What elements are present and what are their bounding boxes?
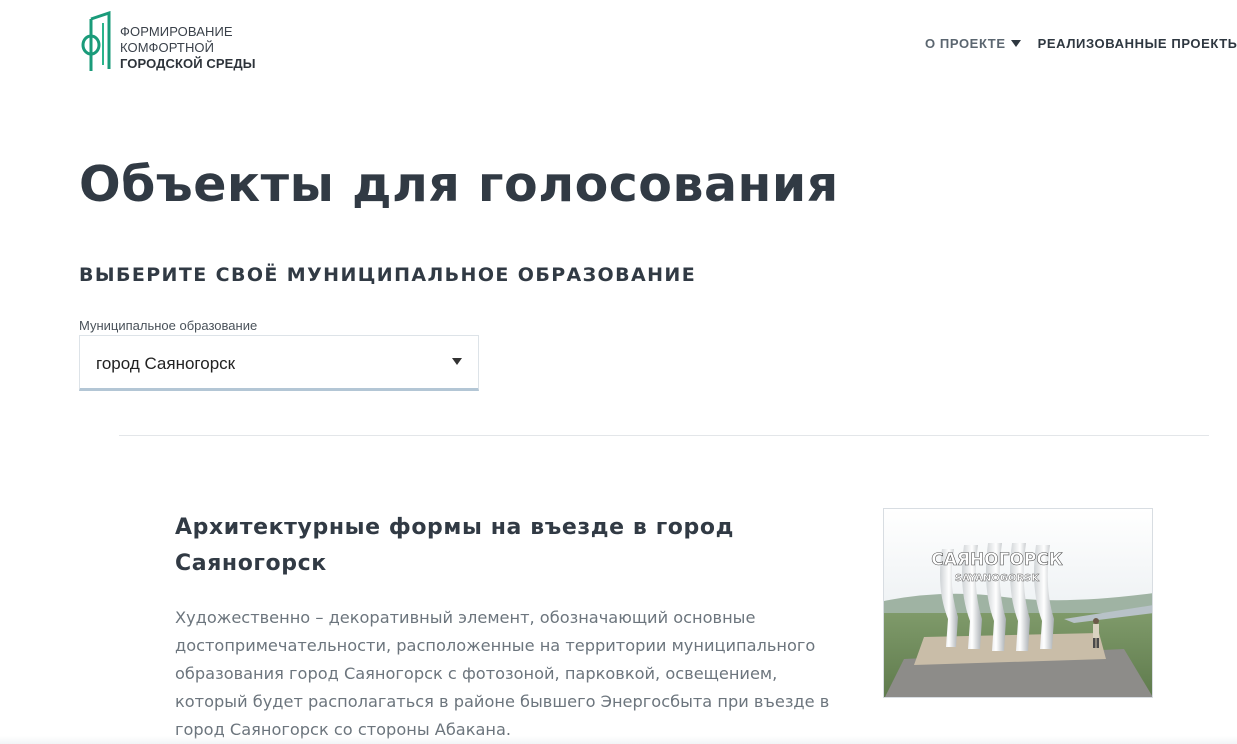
municipality-select-value: город Саяногорск	[96, 354, 236, 373]
section-divider	[119, 435, 1209, 436]
object-title[interactable]: Архитектурные формы на въезде в город Са…	[175, 510, 815, 582]
logo-text: ФОРМИРОВАНИЕ КОМФОРТНОЙ ГОРОДСКОЙ СРЕДЫ	[120, 24, 256, 72]
page: ФОРМИРОВАНИЕ КОМФОРТНОЙ ГОРОДСКОЙ СРЕДЫ …	[0, 0, 1237, 744]
object-render-illustration: САЯНОГОРСК SAYANOGORSK	[884, 509, 1152, 697]
sign-text: САЯНОГОРСК	[931, 550, 1063, 570]
municipality-select-label: Муниципальное образование	[79, 318, 258, 333]
select-municipality-heading: ВЫБЕРИТЕ СВОЁ МУНИЦИПАЛЬНОЕ ОБРАЗОВАНИЕ	[79, 264, 697, 286]
municipality-select[interactable]: город Саяногорск	[79, 335, 479, 391]
site-logo[interactable]: ФОРМИРОВАНИЕ КОМФОРТНОЙ ГОРОДСКОЙ СРЕДЫ	[79, 11, 256, 73]
object-image[interactable]: САЯНОГОРСК SAYANOGORSK	[883, 508, 1153, 698]
sign-subtext: SAYANOGORSK	[955, 573, 1040, 584]
nav-item-completed-projects[interactable]: РЕАЛИЗОВАННЫЕ ПРОЕКТЫ	[1038, 36, 1237, 51]
caret-down-icon	[1010, 40, 1021, 47]
page-title: Объекты для голосования	[79, 156, 839, 213]
nav-item-about[interactable]: О ПРОЕКТЕ	[925, 36, 1021, 51]
main-nav: О ПРОЕКТЕ РЕАЛИЗОВАННЫЕ ПРОЕКТЫ	[925, 36, 1237, 51]
scroll-fade	[0, 736, 1237, 744]
object-description: Художественно – декоративный элемент, об…	[175, 608, 830, 739]
logo-line-1: ФОРМИРОВАНИЕ	[120, 24, 233, 39]
nav-item-about-label: О ПРОЕКТЕ	[925, 36, 1006, 51]
logo-line-3: ГОРОДСКОЙ СРЕДЫ	[120, 56, 256, 71]
logo-line-2: КОМФОРТНОЙ	[120, 40, 215, 55]
dropdown-arrow-icon	[452, 358, 462, 365]
city-building-logo-icon	[81, 11, 111, 71]
